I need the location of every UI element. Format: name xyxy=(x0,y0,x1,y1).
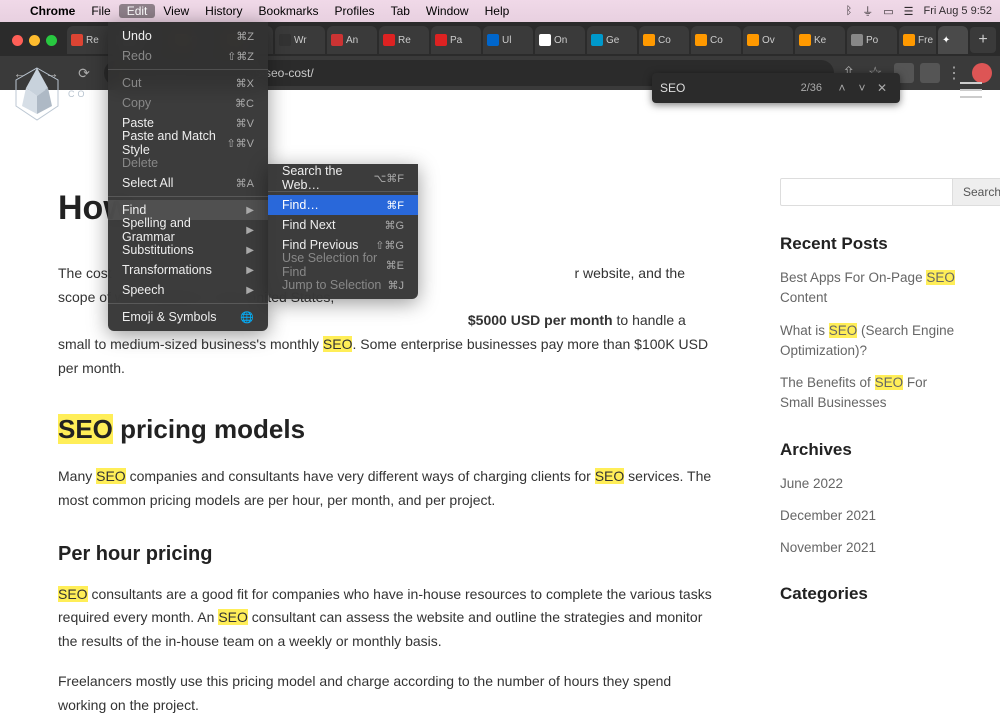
menu-tab[interactable]: Tab xyxy=(383,4,418,18)
archive-link[interactable]: November 2021 xyxy=(780,538,960,558)
find-submenu: Search the Web…⌥⌘FFind…⌘FFind Next⌘GFind… xyxy=(268,164,418,299)
menu-item-find-next[interactable]: Find Next⌘G xyxy=(268,215,418,235)
menu-profiles[interactable]: Profiles xyxy=(327,4,383,18)
bluetooth-icon[interactable]: ᛒ xyxy=(846,5,853,17)
menu-item-transformations[interactable]: Transformations▶ xyxy=(108,260,268,280)
menu-history[interactable]: History xyxy=(197,4,250,18)
menu-item-select-all[interactable]: Select All⌘A xyxy=(108,173,268,193)
clock[interactable]: Fri Aug 5 9:52 xyxy=(924,5,993,17)
menu-window[interactable]: Window xyxy=(418,4,477,18)
menu-bookmarks[interactable]: Bookmarks xyxy=(251,4,327,18)
menu-item-redo: Redo⇧⌘Z xyxy=(108,46,268,66)
wifi-icon[interactable]: ⏚ xyxy=(862,3,873,19)
menu-item-copy: Copy⌘C xyxy=(108,93,268,113)
subsection-heading: Per hour pricing xyxy=(58,537,720,571)
recent-post-link[interactable]: Best Apps For On-Page SEO Content xyxy=(780,268,960,309)
find-in-page-bar: SEO 2/36 ˄ ˅ ✕ xyxy=(652,73,900,103)
sidebar-search: Search xyxy=(780,178,960,206)
recent-post-link[interactable]: The Benefits of SEO For Small Businesses xyxy=(780,373,960,414)
battery-icon[interactable]: ▭ xyxy=(883,5,893,18)
macos-menubar: Chrome FileEditViewHistoryBookmarksProfi… xyxy=(0,0,1000,22)
find-next-button[interactable]: ˅ xyxy=(852,81,872,95)
menu-item-cut: Cut⌘X xyxy=(108,73,268,93)
archive-link[interactable]: December 2021 xyxy=(780,506,960,526)
app-name[interactable]: Chrome xyxy=(22,4,83,18)
browser-tab[interactable]: Ke xyxy=(795,26,845,54)
profile-avatar[interactable] xyxy=(972,63,992,83)
menu-item-find-[interactable]: Find…⌘F xyxy=(268,195,418,215)
browser-tab[interactable]: Ge xyxy=(587,26,637,54)
browser-tab[interactable]: Po xyxy=(847,26,897,54)
recent-posts-list: Best Apps For On-Page SEO Content What is… xyxy=(780,268,960,414)
recent-post-link[interactable]: What is SEO (Search Engine Optimization)… xyxy=(780,321,960,362)
menu-file[interactable]: File xyxy=(83,4,118,18)
menu-item-jump-to-selection: Jump to Selection⌘J xyxy=(268,275,418,295)
menu-item-speech[interactable]: Speech▶ xyxy=(108,280,268,300)
browser-tab[interactable]: Pa xyxy=(431,26,481,54)
browser-tab[interactable]: Co xyxy=(691,26,741,54)
sidebar-heading-categories: Categories xyxy=(780,584,960,604)
find-match-count: 2/36 xyxy=(801,82,822,94)
section-heading: SEO pricing models xyxy=(58,407,720,451)
find-query[interactable]: SEO xyxy=(660,81,791,95)
search-button[interactable]: Search xyxy=(953,178,1000,206)
minimize-window[interactable] xyxy=(29,35,40,46)
new-tab-button[interactable]: + xyxy=(970,27,996,53)
paragraph: SEO consultants are a good fit for compa… xyxy=(58,583,720,654)
find-close-button[interactable]: ✕ xyxy=(872,81,892,95)
menu-item-search-the-web-[interactable]: Search the Web…⌥⌘F xyxy=(268,168,418,188)
browser-tab[interactable]: Re xyxy=(379,26,429,54)
menu-item-use-selection-for-find: Use Selection for Find⌘E xyxy=(268,255,418,275)
sidebar-heading-recent: Recent Posts xyxy=(780,234,960,254)
paragraph: Many SEO companies and consultants have … xyxy=(58,465,720,513)
maximize-window[interactable] xyxy=(46,35,57,46)
browser-tab[interactable]: On xyxy=(535,26,585,54)
menu-item-paste-and-match-style[interactable]: Paste and Match Style⇧⌘V xyxy=(108,133,268,153)
archives-list: June 2022 December 2021 November 2021 xyxy=(780,474,960,559)
find-prev-button[interactable]: ˄ xyxy=(832,81,852,95)
control-center-icon[interactable]: ☰ xyxy=(904,5,914,18)
sidebar: Search Recent Posts Best Apps For On-Pag… xyxy=(760,90,980,585)
browser-tab-active[interactable]: ✦ xyxy=(938,26,968,54)
browser-tab[interactable]: Ov xyxy=(743,26,793,54)
extensions-button[interactable]: ⋮ xyxy=(946,63,966,83)
edit-menu-dropdown: Undo⌘ZRedo⇧⌘ZCut⌘XCopy⌘CPaste⌘VPaste and… xyxy=(108,22,268,331)
menu-item-undo[interactable]: Undo⌘Z xyxy=(108,26,268,46)
menu-help[interactable]: Help xyxy=(477,4,518,18)
ext-icon[interactable] xyxy=(920,63,940,83)
search-input[interactable] xyxy=(780,178,953,206)
menubar-right: ᛒ ⏚ ▭ ☰ Fri Aug 5 9:52 xyxy=(846,3,992,19)
browser-tab[interactable]: Ul xyxy=(483,26,533,54)
menu-edit[interactable]: Edit xyxy=(119,4,156,18)
sidebar-heading-archives: Archives xyxy=(780,440,960,460)
close-window[interactable] xyxy=(12,35,23,46)
browser-tab[interactable]: Wr xyxy=(275,26,325,54)
menu-view[interactable]: View xyxy=(155,4,197,18)
browser-tab[interactable]: An xyxy=(327,26,377,54)
menu-item-spelling-and-grammar[interactable]: Spelling and Grammar▶ xyxy=(108,220,268,240)
browser-tab[interactable]: Fre xyxy=(899,26,936,54)
paragraph: Freelancers mostly use this pricing mode… xyxy=(58,670,720,718)
archive-link[interactable]: June 2022 xyxy=(780,474,960,494)
menu-item-emoji-symbols[interactable]: Emoji & Symbols🌐 xyxy=(108,307,268,327)
window-controls xyxy=(4,35,65,46)
browser-tab[interactable]: Co xyxy=(639,26,689,54)
